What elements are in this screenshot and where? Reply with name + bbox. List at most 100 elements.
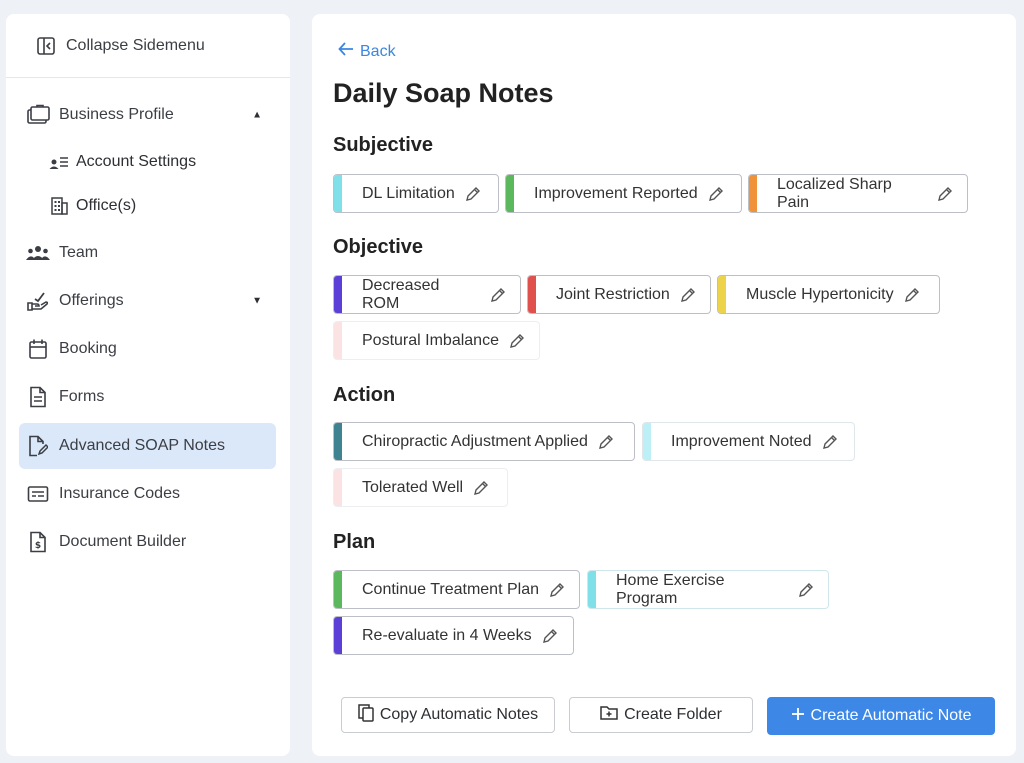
- chip-label: Improvement Reported: [534, 184, 698, 202]
- chip-label: Joint Restriction: [556, 285, 670, 303]
- note-chip[interactable]: Muscle Hypertonicity: [717, 275, 940, 314]
- chip-label: Postural Imbalance: [362, 331, 499, 349]
- back-link[interactable]: Back: [338, 42, 396, 61]
- copy-label: Copy Automatic Notes: [379, 706, 539, 723]
- sidebar-item-business-profile[interactable]: Business Profile ▲: [19, 92, 276, 138]
- caret-up-icon: ▲: [252, 109, 262, 121]
- document-edit-icon: [26, 434, 50, 458]
- sidebar-item-label: Team: [59, 244, 99, 261]
- building-icon: [48, 195, 70, 217]
- sidebar-item-offerings[interactable]: Offerings ▼: [19, 278, 276, 324]
- chip-label: Tolerated Well: [362, 478, 464, 496]
- chip-color-bar: [334, 617, 342, 654]
- note-chip[interactable]: Improvement Noted: [642, 422, 855, 461]
- section-heading-objective: Objective: [333, 236, 424, 258]
- create-folder-label: Create Folder: [624, 706, 722, 723]
- chip-color-bar: [334, 322, 342, 359]
- sidebar-item-label: Offerings: [59, 292, 124, 309]
- copy-icon: [358, 703, 374, 727]
- pencil-icon[interactable]: [937, 186, 953, 202]
- note-chip[interactable]: Localized Sharp Pain: [748, 174, 968, 213]
- sidebar-item-label: Account Settings: [76, 153, 197, 170]
- team-icon: [26, 241, 50, 265]
- svg-text:$: $: [35, 541, 41, 551]
- chip-label: Muscle Hypertonicity: [746, 285, 894, 303]
- note-chip[interactable]: Home Exercise Program: [587, 570, 829, 609]
- note-chip[interactable]: DL Limitation: [333, 174, 499, 213]
- chip-label: Localized Sharp Pain: [777, 175, 892, 211]
- collapse-sidemenu-label: Collapse Sidemenu: [66, 36, 205, 54]
- chip-color-bar: [749, 175, 757, 212]
- collapse-sidemenu-button[interactable]: Collapse Sidemenu: [6, 14, 290, 78]
- document-icon: [26, 385, 50, 409]
- sidebar-item-label: Booking: [59, 340, 117, 357]
- main-panel: Back Daily Soap Notes Subjective DL Limi…: [312, 14, 1016, 756]
- chip-color-bar: [643, 423, 651, 460]
- id-card-icon: [26, 482, 50, 506]
- chip-color-bar: [506, 175, 514, 212]
- sidebar-item-account-settings[interactable]: Account Settings: [48, 142, 196, 182]
- chip-color-bar: [588, 571, 596, 608]
- sidebar-item-label: Business Profile: [59, 106, 174, 123]
- sidebar-item-label: Advanced SOAP Notes: [59, 437, 226, 454]
- arrow-left-icon: [338, 42, 354, 61]
- chip-color-bar: [528, 276, 536, 313]
- caret-down-icon: ▼: [252, 295, 262, 307]
- pencil-icon[interactable]: [542, 628, 558, 644]
- sidebar-item-label: Forms: [59, 388, 105, 405]
- sidebar: Collapse Sidemenu Business Profile ▲ Acc…: [6, 14, 290, 756]
- pencil-icon[interactable]: [708, 186, 724, 202]
- note-chip[interactable]: Postural Imbalance: [333, 321, 540, 360]
- pencil-icon[interactable]: [473, 480, 489, 496]
- pencil-icon[interactable]: [598, 434, 614, 450]
- pencil-icon[interactable]: [509, 333, 525, 349]
- pencil-icon[interactable]: [822, 434, 838, 450]
- chip-color-bar: [334, 571, 342, 608]
- section-heading-subjective: Subjective: [333, 134, 434, 156]
- sidebar-item-label: Insurance Codes: [59, 485, 180, 502]
- create-automatic-note-button[interactable]: Create Automatic Note: [767, 697, 995, 735]
- chip-label: Chiropractic Adjustment Applied: [362, 432, 588, 450]
- sidebar-item-team[interactable]: Team: [19, 230, 276, 276]
- pencil-icon[interactable]: [680, 287, 696, 303]
- create-folder-button[interactable]: Create Folder: [569, 697, 753, 733]
- chip-color-bar: [334, 276, 342, 313]
- chip-color-bar: [718, 276, 726, 313]
- sidebar-item-forms[interactable]: Forms: [19, 374, 276, 420]
- chip-label: Decreased ROM: [362, 276, 440, 312]
- back-label: Back: [360, 42, 396, 60]
- pencil-icon[interactable]: [904, 287, 920, 303]
- note-chip[interactable]: Chiropractic Adjustment Applied: [333, 422, 635, 461]
- chip-label: Improvement Noted: [671, 432, 812, 450]
- sidebar-item-label: Office(s): [76, 197, 137, 214]
- collapse-sidebar-icon: [36, 36, 56, 56]
- note-chip[interactable]: Re-evaluate in 4 Weeks: [333, 616, 574, 655]
- chip-label: DL Limitation: [362, 184, 455, 202]
- hand-offering-icon: [26, 289, 50, 313]
- note-chip[interactable]: Improvement Reported: [505, 174, 742, 213]
- pencil-icon[interactable]: [490, 287, 506, 303]
- note-chip[interactable]: Decreased ROM: [333, 275, 521, 314]
- invoice-document-icon: $: [26, 530, 50, 554]
- chip-label: Continue Treatment Plan: [362, 580, 539, 598]
- pencil-icon[interactable]: [798, 582, 814, 598]
- sidebar-item-insurance-codes[interactable]: Insurance Codes: [19, 471, 276, 517]
- note-chip[interactable]: Continue Treatment Plan: [333, 570, 580, 609]
- sidebar-item-offices[interactable]: Office(s): [48, 186, 136, 226]
- user-settings-icon: [48, 151, 70, 173]
- sidebar-item-label: Document Builder: [59, 533, 187, 550]
- pencil-icon[interactable]: [465, 186, 481, 202]
- chip-label: Home Exercise Program: [616, 571, 725, 607]
- briefcase-icon: [26, 103, 50, 127]
- sidebar-item-advanced-soap-notes[interactable]: Advanced SOAP Notes: [19, 423, 276, 469]
- note-chip[interactable]: Tolerated Well: [333, 468, 508, 507]
- note-chip[interactable]: Joint Restriction: [527, 275, 711, 314]
- sidebar-item-booking[interactable]: Booking: [19, 326, 276, 372]
- chip-color-bar: [334, 469, 342, 506]
- copy-automatic-notes-button[interactable]: Copy Automatic Notes: [341, 697, 555, 733]
- pencil-icon[interactable]: [549, 582, 565, 598]
- page-title: Daily Soap Notes: [333, 78, 554, 108]
- section-heading-action: Action: [333, 384, 396, 406]
- sidebar-item-document-builder[interactable]: $ Document Builder: [19, 519, 276, 565]
- plus-icon: [791, 707, 805, 726]
